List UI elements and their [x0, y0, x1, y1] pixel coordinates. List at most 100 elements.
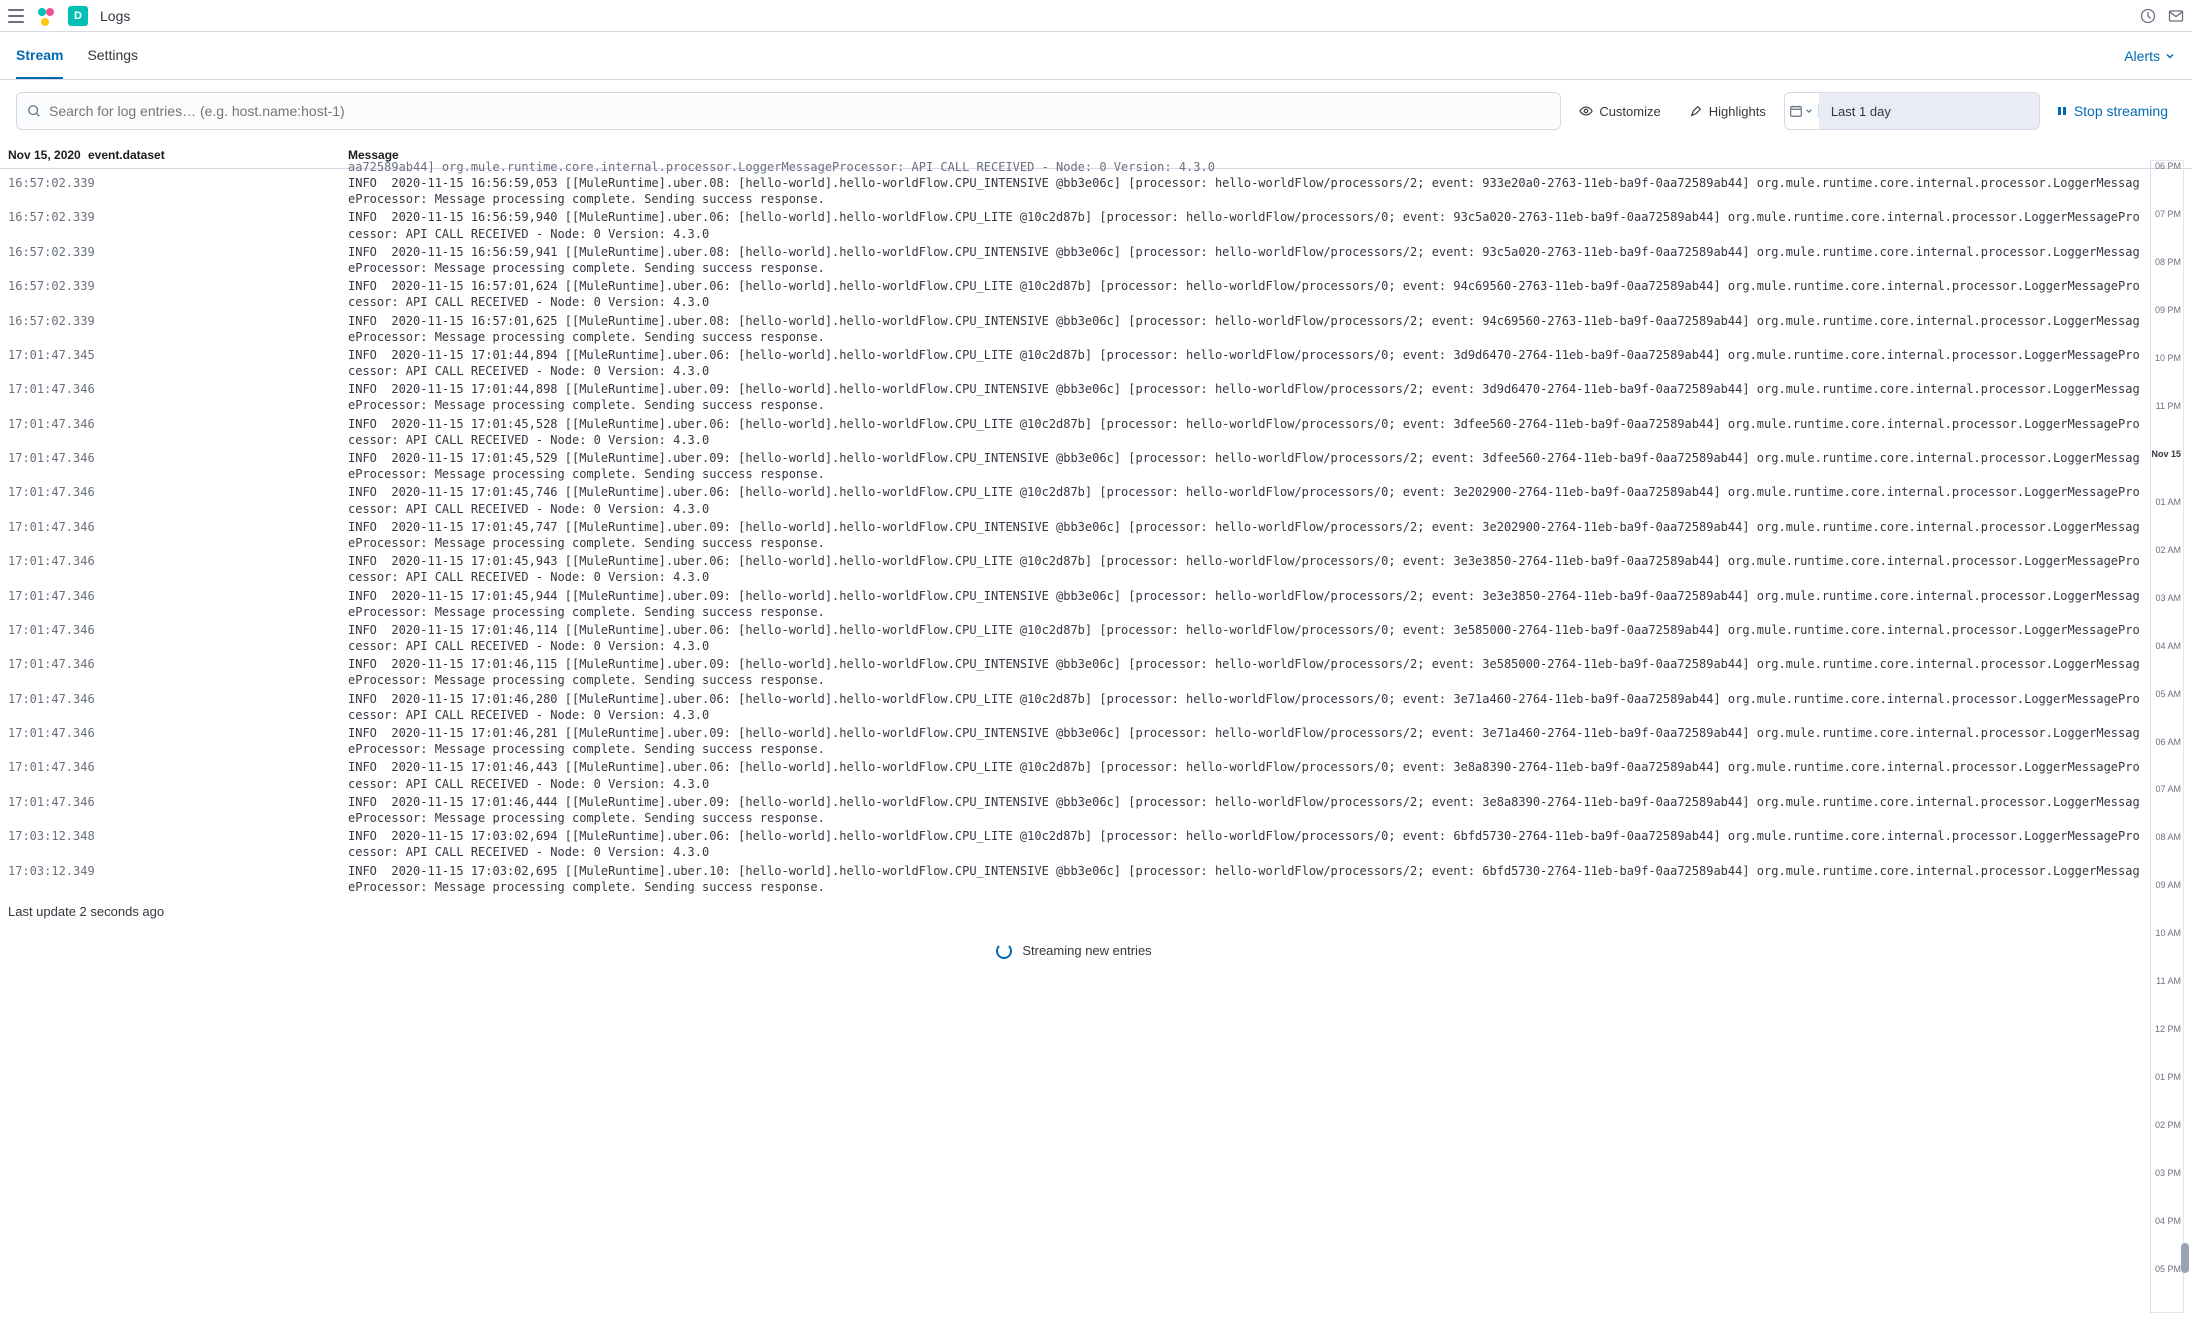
minimap-tick: 04 PM	[2155, 1216, 2181, 1226]
newsfeed-icon[interactable]	[2140, 8, 2156, 24]
tab-stream[interactable]: Stream	[16, 32, 63, 79]
log-message: INFO 2020-11-15 17:01:46,115 [[MuleRunti…	[348, 656, 2140, 688]
log-message: INFO 2020-11-15 16:56:59,053 [[MuleRunti…	[348, 175, 2140, 207]
controls-bar: Customize Highlights Last 1 day Stop str…	[0, 80, 2192, 142]
log-message: INFO 2020-11-15 17:03:02,694 [[MuleRunti…	[348, 828, 2140, 860]
log-row[interactable]: 17:01:47.345 INFO 2020-11-15 17:01:44,894…	[0, 346, 2148, 380]
minimap-tick: 02 PM	[2155, 1120, 2181, 1130]
log-timestamp: 17:01:47.345	[8, 347, 88, 379]
log-row[interactable]: 16:57:02.339INFO 2020-11-15 16:56:59,940…	[0, 208, 2148, 242]
minimap-tick: 06 AM	[2155, 737, 2181, 747]
log-row[interactable]: 16:57:02.339INFO 2020-11-15 16:57:01,624…	[0, 277, 2148, 311]
date-picker[interactable]: Last 1 day	[1784, 92, 2040, 130]
log-message: INFO 2020-11-15 17:01:46,280 [[MuleRunti…	[348, 691, 2140, 723]
log-row[interactable]: 16:57:02.339INFO 2020-11-15 16:57:01,625…	[0, 312, 2148, 346]
date-range-label[interactable]: Last 1 day	[1819, 93, 2039, 129]
log-message: INFO 2020-11-15 16:56:59,941 [[MuleRunti…	[348, 244, 2140, 276]
eye-icon	[1579, 104, 1593, 118]
log-message: INFO 2020-11-15 17:01:45,528 [[MuleRunti…	[348, 416, 2140, 448]
log-timestamp: 17:01:47.346	[8, 794, 88, 826]
log-dataset	[88, 553, 348, 585]
log-row[interactable]: 17:01:47.346INFO 2020-11-15 17:01:45,529…	[0, 449, 2148, 483]
log-row[interactable]: 17:03:12.348INFO 2020-11-15 17:03:02,694…	[0, 827, 2148, 861]
streaming-label: Streaming new entries	[1022, 943, 1151, 958]
chevron-down-icon	[1805, 107, 1813, 115]
minimap-tick: 12 PM	[2155, 1024, 2181, 1034]
log-timestamp: 17:01:47.346	[8, 519, 88, 551]
calendar-icon[interactable]	[1785, 104, 1819, 118]
log-dataset	[88, 313, 348, 345]
log-row[interactable]: 17:01:47.346 INFO 2020-11-15 17:01:44,898…	[0, 380, 2148, 414]
log-message: INFO 2020-11-15 17:01:44,898 [[MuleRunti…	[348, 381, 2140, 413]
tab-settings[interactable]: Settings	[87, 32, 138, 79]
highlight-icon	[1689, 104, 1703, 118]
log-dataset	[88, 209, 348, 241]
log-rows: 16:57:02.339 INFO 2020-11-15 16:56:59,053…	[0, 174, 2148, 896]
log-timestamp: 17:01:47.346	[8, 759, 88, 791]
log-dataset	[88, 794, 348, 826]
minimap-tick: 09 AM	[2155, 880, 2181, 890]
log-dataset	[88, 863, 348, 895]
highlights-button[interactable]: Highlights	[1679, 92, 1776, 130]
log-message: INFO 2020-11-15 17:01:44,894 [[MuleRunti…	[348, 347, 2140, 379]
minimap-tick: 07 AM	[2155, 784, 2181, 794]
log-dataset	[88, 278, 348, 310]
log-row[interactable]: 16:57:02.339INFO 2020-11-15 16:56:59,941…	[0, 243, 2148, 277]
log-dataset	[88, 175, 348, 207]
log-row[interactable]: 16:57:02.339INFO 2020-11-15 16:56:59,053…	[0, 174, 2148, 208]
minimap-tick: 09 PM	[2155, 305, 2181, 315]
elastic-logo-icon[interactable]	[36, 6, 56, 26]
log-row[interactable]: 17:01:47.346INFO 2020-11-15 17:01:45,944…	[0, 587, 2148, 621]
log-message: INFO 2020-11-15 17:01:45,944 [[MuleRunti…	[348, 588, 2140, 620]
search-input[interactable]	[49, 103, 1550, 119]
minimap-tick: 08 PM	[2155, 257, 2181, 267]
log-row[interactable]: 17:01:47.346INFO 2020-11-15 17:01:45,747…	[0, 518, 2148, 552]
log-row[interactable]: 17:01:47.346INFO 2020-11-15 17:01:46,281…	[0, 724, 2148, 758]
minimap-tick: 03 AM	[2155, 593, 2181, 603]
app-badge[interactable]: D	[68, 6, 88, 26]
customize-button[interactable]: Customize	[1569, 92, 1670, 130]
log-dataset	[88, 622, 348, 654]
log-row[interactable]: 17:01:47.346INFO 2020-11-15 17:01:46,115…	[0, 655, 2148, 689]
log-dataset	[88, 519, 348, 551]
minimap-tick: 08 AM	[2155, 832, 2181, 842]
log-timestamp: 17:01:47.346	[8, 381, 88, 413]
log-dataset	[88, 691, 348, 723]
minimap-tick: 01 AM	[2155, 497, 2181, 507]
log-row[interactable]: 17:01:47.346INFO 2020-11-15 17:01:46,114…	[0, 621, 2148, 655]
minimap-tick: 01 PM	[2155, 1072, 2181, 1082]
stop-streaming-label: Stop streaming	[2074, 103, 2168, 119]
minimap-tick: 05 PM	[2155, 1264, 2181, 1274]
time-minimap[interactable]: 06 PM07 PM08 PM09 PM10 PM11 PMNov 1501 A…	[2150, 160, 2184, 1313]
log-row[interactable]: 17:01:47.346INFO 2020-11-15 17:01:45,528…	[0, 415, 2148, 449]
minimap-tick: Nov 15	[2151, 449, 2181, 459]
hamburger-menu-icon[interactable]	[8, 9, 24, 23]
log-row[interactable]: 17:01:47.346INFO 2020-11-15 17:01:45,943…	[0, 552, 2148, 586]
stop-streaming-button[interactable]: Stop streaming	[2048, 103, 2176, 119]
log-row[interactable]: 17:03:12.349INFO 2020-11-15 17:03:02,695…	[0, 862, 2148, 896]
log-row[interactable]: 17:01:47.346INFO 2020-11-15 17:01:46,444…	[0, 793, 2148, 827]
minimap-tick: 10 PM	[2155, 353, 2181, 363]
log-message: INFO 2020-11-15 17:01:46,114 [[MuleRunti…	[348, 622, 2140, 654]
log-row[interactable]: 17:01:47.346INFO 2020-11-15 17:01:46,443…	[0, 758, 2148, 792]
minimap-thumb[interactable]	[2181, 1243, 2189, 1273]
log-row[interactable]: 17:01:47.346INFO 2020-11-15 17:01:45,746…	[0, 483, 2148, 517]
log-dataset	[88, 484, 348, 516]
log-message: INFO 2020-11-15 17:03:02,695 [[MuleRunti…	[348, 863, 2140, 895]
log-timestamp: 17:01:47.346	[8, 450, 88, 482]
chevron-down-icon	[2164, 50, 2176, 62]
minimap-tick: 04 AM	[2155, 641, 2181, 651]
log-viewport[interactable]: aa72589ab44] org.mule.runtime.core.inter…	[0, 160, 2148, 1321]
log-message: INFO 2020-11-15 17:01:45,746 [[MuleRunti…	[348, 484, 2140, 516]
log-row-cutoff: aa72589ab44] org.mule.runtime.core.inter…	[0, 160, 2148, 174]
mail-icon[interactable]	[2168, 8, 2184, 24]
log-timestamp: 16:57:02.339	[8, 278, 88, 310]
log-dataset	[88, 828, 348, 860]
alerts-dropdown[interactable]: Alerts	[2124, 48, 2176, 64]
log-dataset	[88, 244, 348, 276]
log-row[interactable]: 17:01:47.346INFO 2020-11-15 17:01:46,280…	[0, 690, 2148, 724]
highlights-label: Highlights	[1709, 104, 1766, 119]
topbar: D Logs	[0, 0, 2192, 32]
subnav: Stream Settings Alerts	[0, 32, 2192, 80]
search-box[interactable]	[16, 92, 1561, 130]
